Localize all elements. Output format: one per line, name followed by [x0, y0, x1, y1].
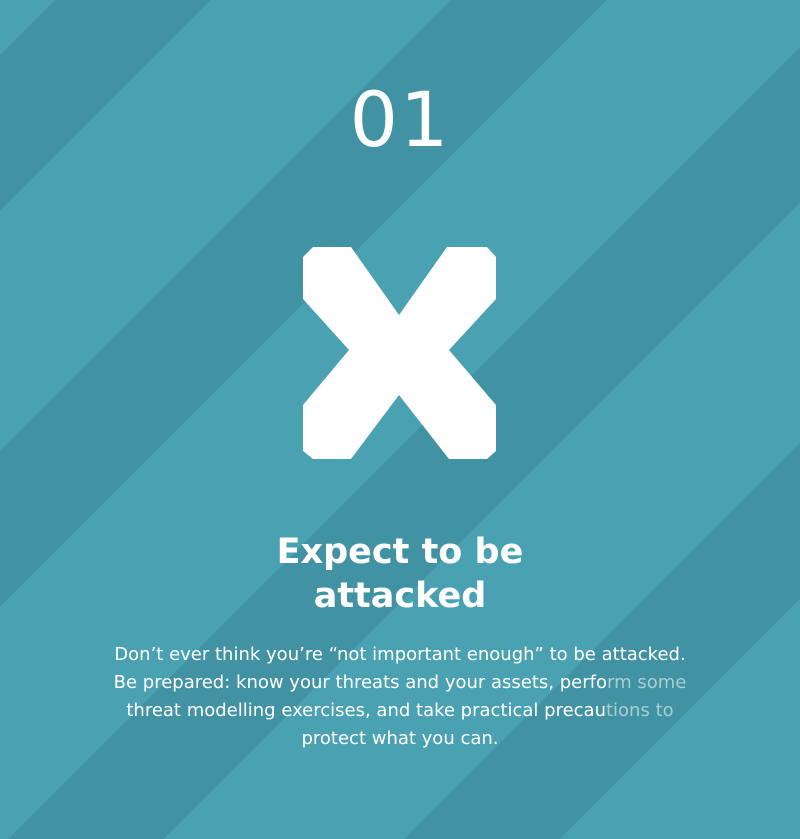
security-tip-card: 01 Expect to be attacked Don’t ever thin…: [0, 0, 800, 839]
tip-description: Don’t ever think you’re “not important e…: [70, 641, 730, 753]
description-line-2a: Be prepared: know your threats and your …: [113, 672, 608, 693]
description-line-2: Be prepared: know your threats and your …: [70, 669, 730, 697]
description-line-1: Don’t ever think you’re “not important e…: [114, 644, 686, 665]
description-line-4: protect what you can.: [301, 728, 499, 749]
description-line-3b: tions to: [605, 700, 674, 721]
tip-title-line-1: Expect to be: [276, 532, 524, 572]
description-line-2b: rm some: [607, 672, 687, 693]
description-line-3a: threat modelling exercises, and take pra…: [126, 700, 606, 721]
tip-title: Expect to be attacked: [0, 530, 800, 618]
tip-number: 01: [349, 75, 451, 164]
x-cross-icon: [303, 247, 496, 459]
tip-title-line-2: attacked: [313, 576, 487, 616]
description-line-3: threat modelling exercises, and take pra…: [70, 697, 730, 725]
